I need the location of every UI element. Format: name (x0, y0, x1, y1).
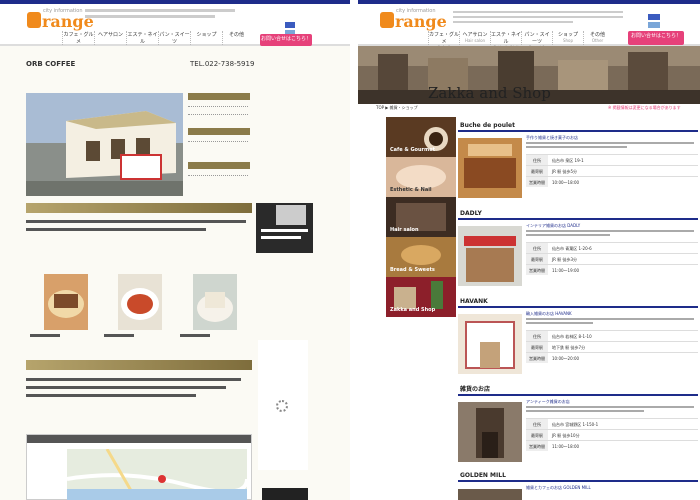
nav-hair[interactable]: ヘアサロン (94, 31, 126, 45)
category-hair[interactable]: Hair salon (386, 197, 456, 237)
map-section (26, 434, 252, 500)
logo-subtitle: city information (43, 8, 83, 14)
main-nav: カフェ・グルメ ヘアサロン エステ・ネイル パン・スイーツ ショップ その他 (62, 31, 250, 45)
building-illustration (26, 93, 183, 196)
shop-entry: GOLDEN MILL 雑貨とカフェのお店 GOLDEN MILL (458, 470, 698, 500)
shop-link[interactable]: 手作り雑貨と焼き菓子のお店 (526, 135, 578, 141)
map[interactable] (67, 449, 247, 500)
shop-photo[interactable] (458, 314, 522, 374)
info-label-3 (188, 162, 250, 169)
caption-line (104, 334, 134, 337)
loading-widget (258, 340, 308, 470)
logo-subtitle: city information (396, 8, 436, 14)
shop-name[interactable]: DADLY (458, 208, 698, 220)
right-page: range city information カフェ・グルメCafe & Gou… (358, 0, 700, 500)
shop-entry: HAVANK 輸入雑貨のお店 HAVANK 住所 仙台市 若林区 8-1-10 最… (458, 296, 698, 386)
shop-tel: TEL.022-738-5919 (190, 60, 255, 68)
nav-bread[interactable]: パン・スイーツ (158, 31, 190, 45)
info-line-1 (188, 103, 248, 107)
ad-illustration (256, 203, 313, 253)
shop-link[interactable]: 雑貨とカフェのお店 GOLDEN MILL (526, 485, 591, 491)
shop-description (526, 318, 694, 326)
nav-other[interactable]: その他 (222, 31, 250, 45)
nav-esthetic[interactable]: エステ・ネイル (126, 31, 158, 45)
contact-button[interactable]: お問い合せはこちら！ (628, 31, 684, 45)
caption-line (180, 334, 210, 337)
notice-text: ※ 掲載情報は変更になる場合があります (608, 105, 681, 110)
left-header: range city information カフェ・グルメ ヘアサロン エステ… (0, 4, 350, 46)
logo-icon[interactable] (380, 12, 394, 28)
nav-cafe[interactable]: カフェ・グルメ (62, 31, 94, 45)
category-bread[interactable]: Bread & Sweets (386, 237, 456, 277)
header-description-2 (453, 16, 623, 18)
shop-link[interactable]: アンティーク雑貨のお店 (526, 399, 570, 405)
ad-banner[interactable] (256, 203, 313, 253)
shop-description (526, 406, 694, 414)
category-cafe[interactable]: Cafe & Gourmet (386, 117, 456, 157)
shop-photo[interactable] (458, 226, 522, 286)
text-line (26, 394, 196, 397)
shop-name[interactable]: 雑貨のお店 (458, 384, 698, 396)
text-line (26, 386, 226, 389)
category-zakka[interactable]: Zakka and Shop (386, 277, 456, 317)
info-line-2 (188, 111, 248, 115)
header-description-2 (85, 15, 215, 18)
shop-photo (26, 93, 183, 196)
info-line-3 (188, 138, 248, 142)
twitter-icon[interactable] (648, 22, 660, 28)
shop-photo[interactable] (458, 402, 522, 462)
dark-banner[interactable] (262, 488, 308, 500)
shop-description (526, 142, 694, 150)
logo-text[interactable]: range (395, 12, 447, 31)
shop-description (526, 230, 694, 238)
shop-photo[interactable] (458, 488, 522, 500)
header-description (453, 11, 623, 13)
shop-photo[interactable] (458, 138, 522, 198)
banner-title: Zakka and Shop (428, 84, 551, 102)
shop-name[interactable]: GOLDEN MILL (458, 470, 698, 482)
breadcrumb[interactable]: TOP ▶ 雑貨・ショップ (376, 105, 418, 111)
food-photo-1 (44, 274, 88, 330)
shop-info-table: 住所 仙台市 泉区 19-1 最寄駅 JR 駅 徒歩5分 営業時間 10:00〜18:… (526, 154, 698, 187)
facebook-icon[interactable] (285, 22, 295, 28)
section-bar-1 (26, 203, 252, 213)
loading-spinner-icon (276, 400, 288, 412)
info-line-4 (188, 172, 248, 176)
shop-link[interactable]: 輸入雑貨のお店 HAVANK (526, 311, 572, 317)
shop-entry: DADLY インテリア雑貨のお店 DADLY 住所 仙台市 青葉区 1-20-6 … (458, 208, 698, 298)
shop-entry: 雑貨のお店 アンティーク雑貨のお店 住所 仙台市 宮城野区 1-150-1 最寄駅… (458, 384, 698, 474)
nav-shop[interactable]: ショップ (190, 31, 222, 45)
text-line (26, 220, 246, 223)
shop-name[interactable]: Buche de poulet (458, 120, 698, 132)
text-line (26, 228, 206, 231)
shop-info-table: 住所 仙台市 若林区 8-1-10 最寄駅 地下鉄 駅 徒歩7分 営業時間 10:00… (526, 330, 698, 363)
shop-info-table: 住所 仙台市 宮城野区 1-150-1 最寄駅 JR 駅 徒歩10分 営業時間 11:… (526, 418, 698, 451)
left-page: range city information カフェ・グルメ ヘアサロン エステ… (0, 0, 350, 500)
facebook-icon[interactable] (648, 14, 660, 20)
page-divider (350, 0, 358, 500)
caption-line (30, 334, 60, 337)
map-header (27, 435, 251, 443)
category-menu: Cafe & Gourmet Esthetic & Nail Hair salo… (386, 117, 456, 317)
info-label-1 (188, 93, 250, 100)
shop-info-table: 住所 仙台市 青葉区 1-20-6 最寄駅 JR 駅 徒歩3分 営業時間 11:00〜… (526, 242, 698, 275)
category-esthetic[interactable]: Esthetic & Nail (386, 157, 456, 197)
info-label-2 (188, 128, 250, 135)
food-photo-3 (193, 274, 237, 330)
section-bar-2 (26, 360, 252, 370)
header-description (85, 9, 235, 12)
logo-icon[interactable] (27, 12, 41, 28)
shop-name[interactable]: HAVANK (458, 296, 698, 308)
map-illustration (67, 449, 247, 500)
shop-link[interactable]: インテリア雑貨のお店 DADLY (526, 223, 580, 229)
text-line (26, 378, 241, 381)
shop-entry: Buche de poulet 手作り雑貨と焼き菓子のお店 住所 仙台市 泉区 1… (458, 120, 698, 210)
right-header: range city information カフェ・グルメCafe & Gou… (358, 4, 700, 55)
contact-button[interactable]: お問い合せはこちら！ (260, 34, 312, 46)
header-description-3 (453, 21, 573, 23)
food-photo-2 (118, 274, 162, 330)
